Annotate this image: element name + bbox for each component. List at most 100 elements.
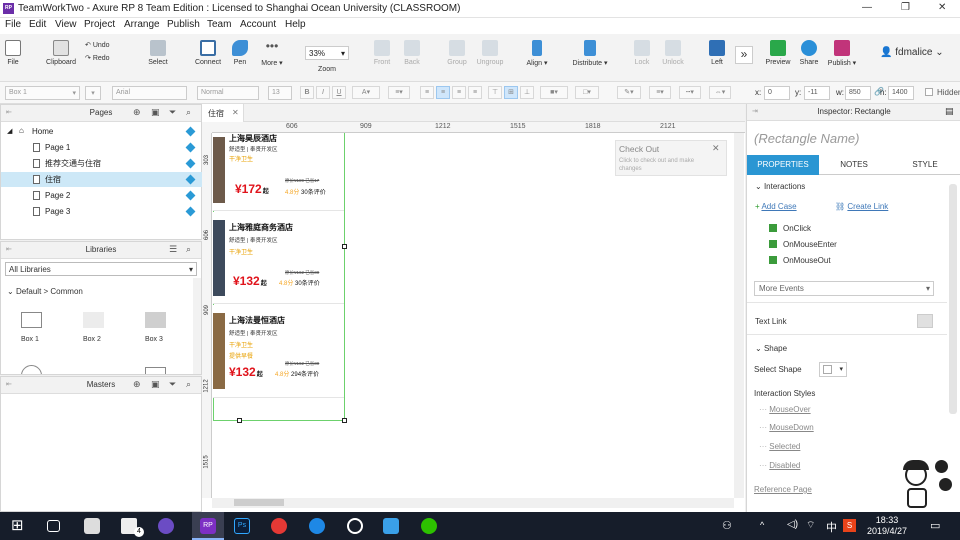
- browser-app-icon[interactable]: [158, 518, 174, 534]
- menu-arrange[interactable]: Arrange: [124, 19, 160, 30]
- align-center-button[interactable]: ≡: [436, 86, 450, 99]
- box1-widget-icon[interactable]: [21, 312, 42, 328]
- menu-icon[interactable]: ☰: [169, 244, 177, 255]
- y-field[interactable]: -11: [804, 86, 830, 100]
- more-button[interactable]: ••• More ▾: [258, 40, 286, 67]
- widget-name-field[interactable]: (Rectangle Name): [754, 131, 860, 146]
- page-item-page2[interactable]: Page 2: [1, 188, 202, 203]
- align-bottom-button[interactable]: ⊥: [520, 86, 534, 99]
- justify-button[interactable]: ≡: [468, 86, 482, 99]
- underline-button[interactable]: U: [332, 86, 346, 99]
- notes-doc-icon[interactable]: ▤: [945, 106, 954, 117]
- hotel-card[interactable]: 上海法曼恒酒店 舒适型 | 奉贤开发区 干净卫生 提供早餐 原价¥162 已省3…: [213, 305, 344, 398]
- wechat-app-icon[interactable]: [421, 518, 437, 534]
- task-view-icon[interactable]: [47, 520, 60, 532]
- align-top-button[interactable]: ⊤: [488, 86, 502, 99]
- close-icon[interactable]: ✕: [712, 143, 720, 154]
- font-family-select[interactable]: Arial: [112, 86, 187, 100]
- bullet-button[interactable]: ≡▾: [388, 86, 410, 99]
- share-button[interactable]: Share: [797, 40, 821, 66]
- height-field[interactable]: 1400: [888, 86, 914, 100]
- search-icon[interactable]: ⌕: [186, 379, 191, 390]
- vertical-scrollbar[interactable]: [734, 133, 744, 498]
- scrollbar-thumb[interactable]: [234, 499, 284, 506]
- file-button[interactable]: File: [4, 40, 22, 66]
- widget-style-button[interactable]: ▾: [85, 86, 101, 100]
- menu-file[interactable]: File: [5, 19, 21, 30]
- fill-color-button[interactable]: ■▾: [540, 86, 568, 99]
- ellipse-widget-icon[interactable]: [21, 365, 42, 374]
- box2-widget-icon[interactable]: [83, 312, 104, 328]
- expand-triangle-icon[interactable]: ◢: [7, 124, 12, 139]
- add-folder-icon[interactable]: ▣: [151, 107, 160, 118]
- volume-icon[interactable]: ◁): [787, 519, 798, 530]
- line-style-button[interactable]: ┅▾: [679, 86, 701, 99]
- tab-properties[interactable]: PROPERTIES: [747, 155, 819, 175]
- add-master-icon[interactable]: ⊕: [133, 379, 141, 390]
- menu-publish[interactable]: Publish: [167, 19, 200, 30]
- image-widget-icon[interactable]: [145, 367, 166, 374]
- lock-button[interactable]: Lock: [632, 40, 652, 66]
- expand-toolbar-icon[interactable]: »: [735, 46, 753, 64]
- user-account-button[interactable]: 👤 fdmalice ⌄: [880, 47, 944, 58]
- horizontal-scrollbar[interactable]: [212, 498, 734, 508]
- resize-handle[interactable]: [237, 418, 242, 423]
- browser2-app-icon[interactable]: [309, 518, 325, 534]
- align-middle-button[interactable]: ⊞: [504, 86, 518, 99]
- back-button[interactable]: Back: [402, 40, 422, 66]
- style-mouseover[interactable]: ⋯ MouseOver: [759, 405, 811, 414]
- page-item-page3[interactable]: Page 3: [1, 204, 202, 219]
- align-right-button[interactable]: ≡: [452, 86, 466, 99]
- tab-notes[interactable]: NOTES: [819, 155, 889, 175]
- menu-view[interactable]: View: [55, 19, 77, 30]
- minimize-icon[interactable]: —: [862, 2, 872, 13]
- publish-button[interactable]: Publish ▾: [826, 40, 858, 67]
- search-icon[interactable]: ⌕: [186, 244, 191, 255]
- pen-button[interactable]: Pen: [230, 40, 250, 66]
- event-onclick[interactable]: OnClick: [769, 224, 811, 233]
- preview-button[interactable]: Preview: [764, 40, 792, 66]
- style-selected[interactable]: ⋯ Selected: [759, 442, 800, 451]
- resize-handle[interactable]: [342, 244, 347, 249]
- event-onmouseenter[interactable]: OnMouseEnter: [769, 240, 837, 249]
- font-style-select[interactable]: Normal: [197, 86, 259, 100]
- shape-section[interactable]: ⌄ Shape: [755, 344, 787, 353]
- filter-icon[interactable]: ⏷: [169, 379, 176, 390]
- unlock-button[interactable]: Unlock: [659, 40, 687, 66]
- ungroup-button[interactable]: Ungroup: [475, 40, 505, 66]
- photoshop-app-icon[interactable]: Ps: [234, 518, 250, 534]
- network-icon[interactable]: ⌔: [806, 519, 815, 532]
- menu-account[interactable]: Account: [240, 19, 276, 30]
- shadow-button[interactable]: □▾: [575, 86, 599, 99]
- connect-button[interactable]: Connect: [192, 40, 224, 66]
- people-icon[interactable]: ⚇: [722, 519, 732, 532]
- text-link-style-button[interactable]: [917, 314, 933, 328]
- resize-handle[interactable]: [342, 418, 347, 423]
- widget-name-select[interactable]: Box 1 ▾: [5, 86, 80, 100]
- tab-lodging[interactable]: 住宿 ✕: [202, 104, 244, 122]
- filter-icon[interactable]: ⏷: [169, 107, 176, 118]
- restore-icon[interactable]: ❐: [901, 2, 910, 13]
- close-icon[interactable]: ✕: [938, 2, 946, 13]
- add-folder-icon[interactable]: ▣: [151, 379, 160, 390]
- width-field[interactable]: 850: [845, 86, 871, 100]
- library-scrollbar[interactable]: [193, 278, 201, 374]
- page-item-traffic-lodging[interactable]: 推荐交通与住宿: [1, 156, 202, 171]
- arrow-style-button[interactable]: ⇔▾: [709, 86, 731, 99]
- line-width-button[interactable]: ≡▾: [649, 86, 671, 99]
- italic-button[interactable]: I: [316, 86, 330, 99]
- select-shape-dropdown[interactable]: ▾: [819, 362, 847, 377]
- search-icon[interactable]: ⌕: [186, 107, 191, 118]
- tab-style[interactable]: STYLE: [889, 155, 960, 175]
- select-button[interactable]: Select: [140, 40, 176, 66]
- bird-app-icon[interactable]: [383, 518, 399, 534]
- line-color-button[interactable]: ✎▾: [617, 86, 641, 99]
- reference-page-link[interactable]: Reference Page: [754, 485, 812, 494]
- hotel-card[interactable]: 上海雅庭商务酒店 舒适型 | 奉贤开发区 干净卫生 原价¥162 已省30 ¥1…: [213, 212, 344, 304]
- redo-button[interactable]: ↷ Redo: [85, 54, 121, 62]
- page-item-page1[interactable]: Page 1: [1, 140, 202, 155]
- front-button[interactable]: Front: [372, 40, 392, 66]
- page-item-home[interactable]: ◢ ⌂ Home: [1, 124, 202, 139]
- interactions-section[interactable]: ⌄ Interactions: [755, 182, 805, 191]
- library-select[interactable]: All Libraries ▾: [5, 262, 197, 276]
